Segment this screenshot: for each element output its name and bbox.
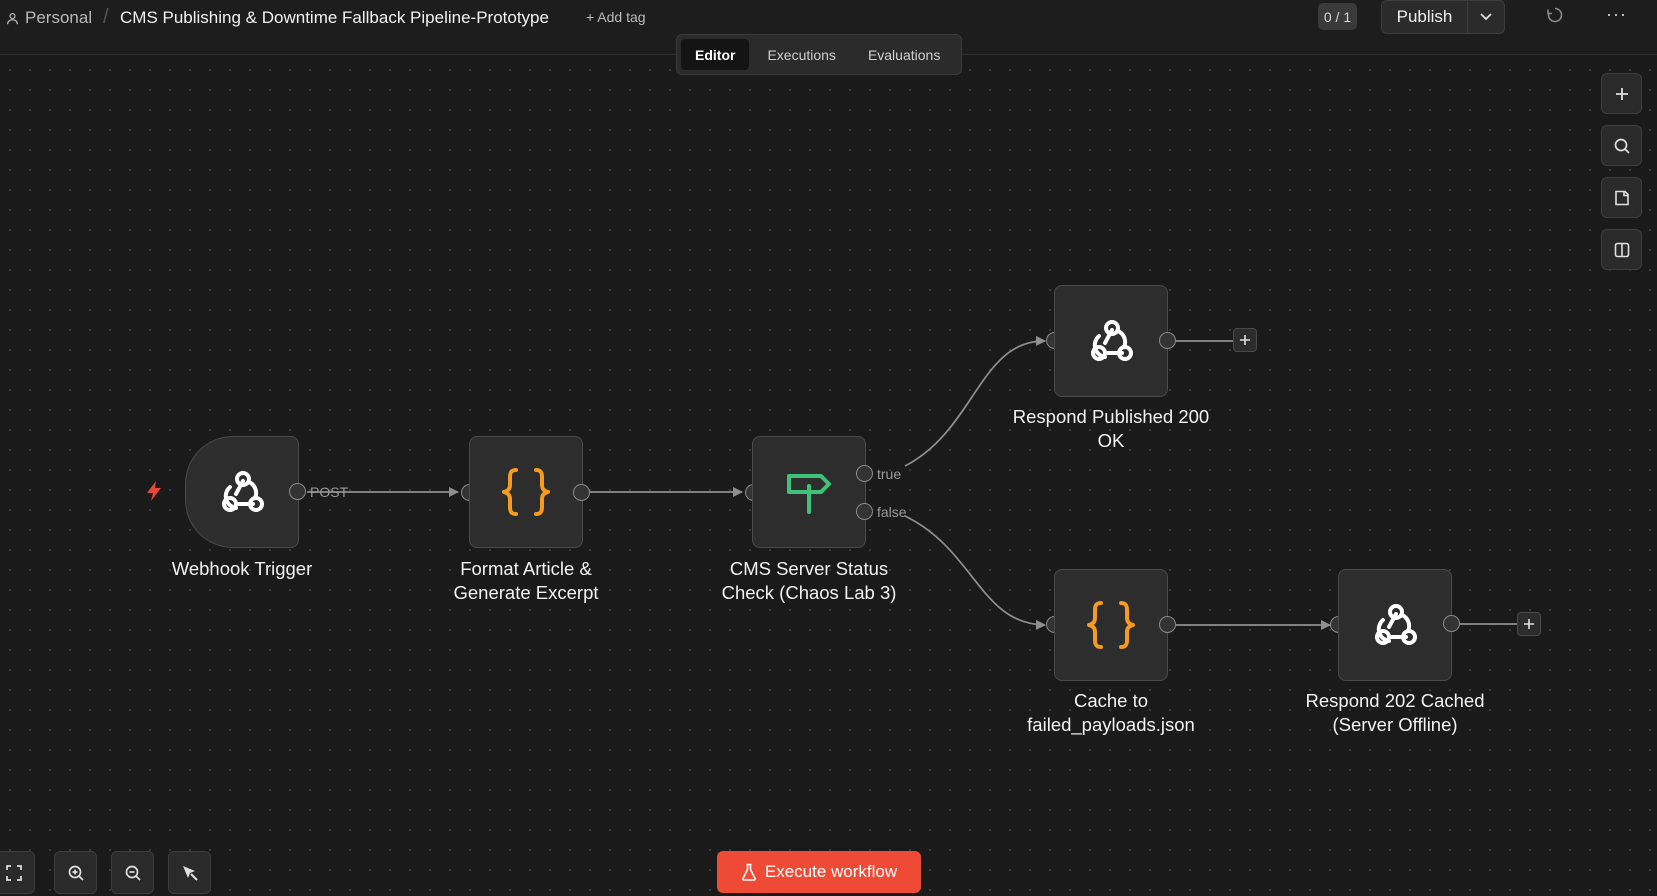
node-label-respond200: Respond Published 200 OK xyxy=(1012,406,1210,451)
node-webhook-trigger[interactable] xyxy=(185,436,299,548)
webhook-icon xyxy=(222,471,264,512)
node-label-status: CMS Server Status Check (Chaos Lab 3) xyxy=(721,558,897,603)
node-respond-published[interactable] xyxy=(1054,285,1168,397)
zoom-in-icon xyxy=(68,865,84,881)
zoom-out-icon xyxy=(125,865,141,881)
node-label-webhook: Webhook Trigger xyxy=(171,558,313,579)
webhook-icon xyxy=(1091,320,1133,361)
node-label-respond202: Respond 202 Cached (Server Offline) xyxy=(1305,690,1485,735)
output-port-respond200[interactable] xyxy=(1159,332,1176,349)
fit-view-icon xyxy=(5,864,22,881)
add-next-node-button[interactable] xyxy=(1517,612,1541,636)
output-port-respond202[interactable] xyxy=(1443,615,1460,632)
tidy-up-button[interactable] xyxy=(168,851,211,894)
node-format-article[interactable] xyxy=(469,436,583,548)
signpost-icon xyxy=(787,474,831,514)
trigger-bolt-icon xyxy=(147,481,161,501)
fit-view-button[interactable] xyxy=(0,851,35,894)
output-port-false[interactable] xyxy=(856,503,873,520)
output-port-true[interactable] xyxy=(856,465,873,482)
output-port-cache[interactable] xyxy=(1159,616,1176,633)
zoom-out-button[interactable] xyxy=(111,851,154,894)
output-port-format[interactable] xyxy=(573,484,590,501)
node-respond-cached[interactable] xyxy=(1338,569,1452,681)
node-cms-status-check[interactable] xyxy=(752,436,866,548)
add-next-node-button[interactable] xyxy=(1233,328,1257,352)
zoom-in-button[interactable] xyxy=(54,851,97,894)
edge-label-post: POST xyxy=(310,484,349,500)
flask-icon xyxy=(741,863,756,881)
execute-workflow-button[interactable]: Execute workflow xyxy=(717,851,921,893)
canvas-zoom-toolbar xyxy=(0,851,211,894)
plus-icon xyxy=(1240,335,1250,345)
plus-icon xyxy=(1524,619,1534,629)
edge-label-true: true xyxy=(877,466,902,482)
wand-icon xyxy=(182,865,198,881)
code-braces-icon xyxy=(1087,601,1135,649)
code-braces-icon xyxy=(502,468,550,516)
edge-label-false: false xyxy=(877,504,907,520)
node-label-format: Format Article & Generate Excerpt xyxy=(453,558,599,603)
webhook-icon xyxy=(1375,604,1417,645)
output-port-webhook[interactable] xyxy=(289,483,306,500)
execute-label: Execute workflow xyxy=(764,862,898,881)
node-cache-payloads[interactable] xyxy=(1054,569,1168,681)
node-label-cache: Cache to failed_payloads.json xyxy=(1027,690,1195,735)
